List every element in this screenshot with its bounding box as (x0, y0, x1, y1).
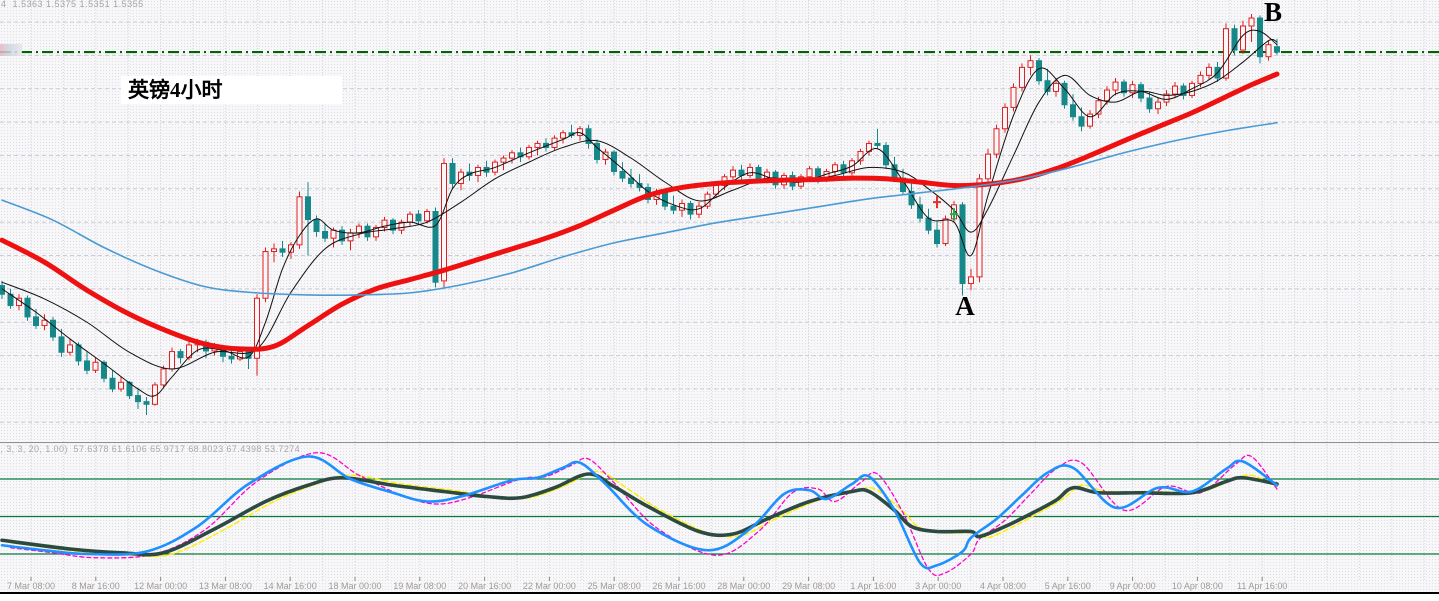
window-bottom-strip (0, 594, 1439, 601)
panel-separator-highlight (0, 443, 1439, 444)
stoch-fast-blue (0, 455, 1279, 570)
marker-letter-b: B (1263, 0, 1282, 27)
symbol-quote-line: 4 1.5363 1.5375 1.5351 1.5355 (1, 0, 144, 9)
chart-window: 4 1.5363 1.5375 1.5351 1.5355 英镑4小时 A B … (0, 0, 1439, 601)
bid-price-flag (0, 44, 22, 56)
chart-title-box: 英镑4小时 (121, 76, 342, 104)
stoch-slow-signal-yellow (9, 470, 1278, 558)
stoch-level-lines (0, 478, 1439, 555)
indicator-caption: 3, 3, 3, 20, 1.00) 57.6378 61.6106 65.97… (0, 444, 301, 454)
stoch-fast-signal-magenta (9, 452, 1278, 577)
marker-letter-a: A (955, 291, 975, 321)
ma-long-blue (1, 121, 1278, 296)
